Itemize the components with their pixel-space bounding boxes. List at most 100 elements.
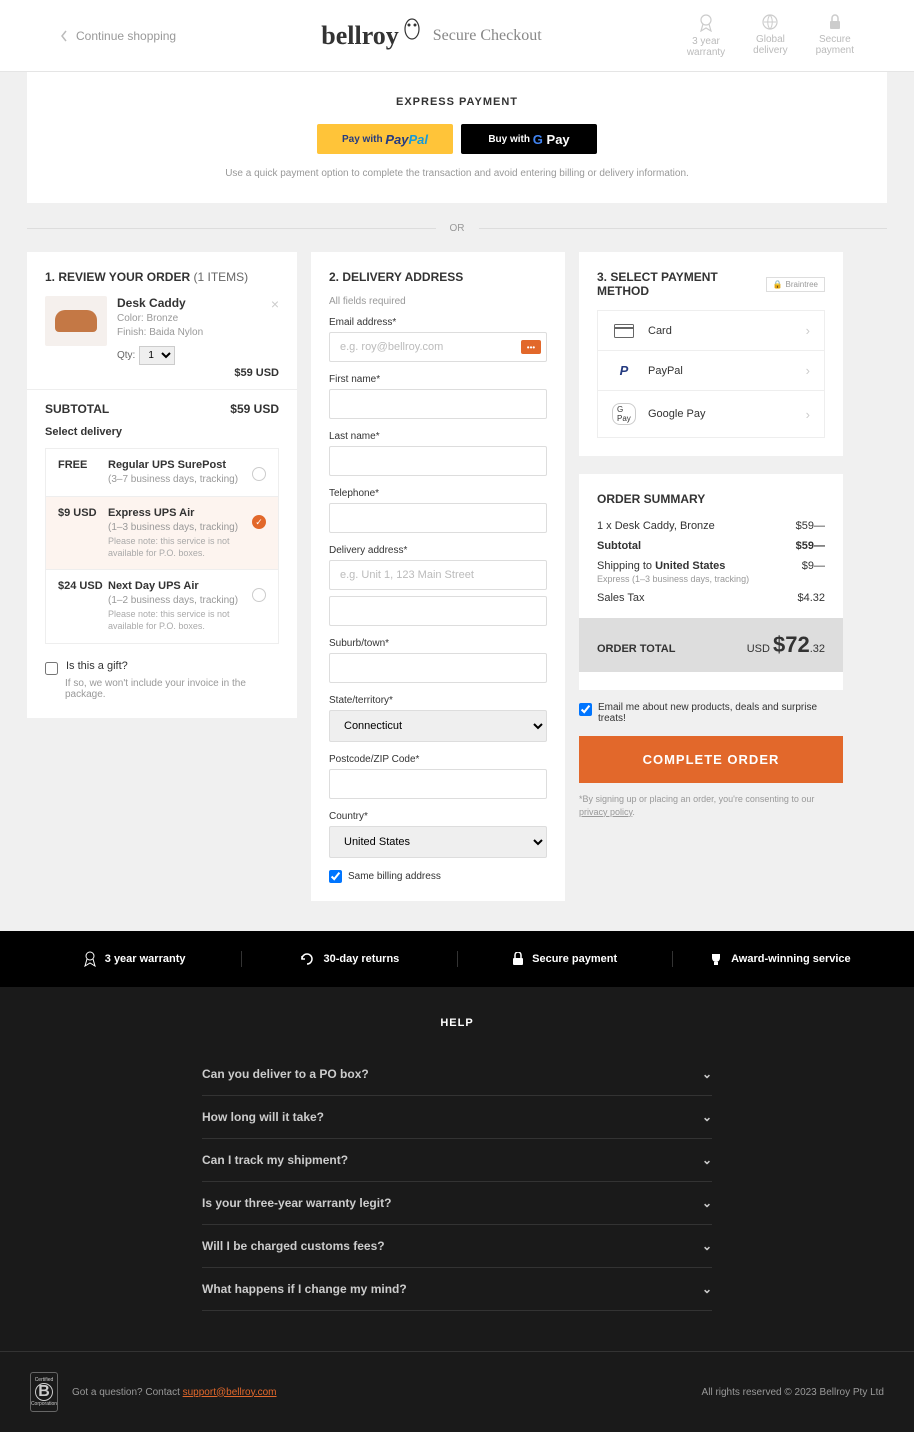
complete-order-button[interactable]: COMPLETE ORDER (579, 736, 843, 783)
pm-paypal[interactable]: P PayPal › (598, 351, 824, 391)
radio-icon (252, 467, 266, 481)
qty-select[interactable]: 1 (139, 346, 175, 365)
zip-input[interactable] (329, 769, 547, 799)
tel-input[interactable] (329, 503, 547, 533)
suburb-label: Suburb/town (329, 638, 547, 649)
ship-option-express[interactable]: $9 USD Express UPS Air(1–3 business days… (46, 497, 278, 570)
continue-shopping-link[interactable]: Continue shopping (60, 29, 176, 43)
paypal-button[interactable]: Pay with PayPal (317, 124, 453, 154)
privacy-link[interactable]: privacy policy (579, 807, 632, 817)
express-payment-panel: EXPRESS PAYMENT Pay with PayPal Buy with… (27, 72, 887, 203)
support-email-link[interactable]: support@bellroy.com (183, 1387, 277, 1398)
chevron-down-icon: ⌄ (702, 1282, 712, 1296)
delivery-label: Select delivery (45, 426, 279, 438)
review-order-panel: 1. REVIEW YOUR ORDER (1 ITEMS) Desk Cadd… (27, 252, 297, 718)
country-label: Country (329, 811, 547, 822)
chevron-down-icon: ⌄ (702, 1239, 712, 1253)
pm-gpay[interactable]: G Pay Google Pay › (598, 391, 824, 437)
chevron-right-icon: › (806, 407, 810, 422)
pm-card[interactable]: Card › (598, 311, 824, 351)
footer-award: Award-winning service (673, 951, 887, 967)
gift-checkbox[interactable] (45, 662, 58, 675)
gift-label: Is this a gift? (66, 660, 128, 672)
product-price: $59 USD (234, 367, 279, 379)
radio-icon (252, 588, 266, 602)
trust-warranty: 3 yearwarranty (687, 14, 725, 58)
sum-tax: Sales Tax$4.32 (597, 592, 825, 604)
trophy-icon (709, 952, 723, 966)
support-text: Got a question? Contact support@bellroy.… (72, 1387, 277, 1398)
gpay-button[interactable]: Buy with G Pay (461, 124, 597, 154)
footer-returns: 30-day returns (242, 951, 457, 967)
ship-option-regular[interactable]: FREE Regular UPS SurePost(3–7 business d… (46, 449, 278, 497)
faq-item[interactable]: Will I be charged customs fees?⌄ (202, 1225, 712, 1268)
email-optin-checkbox[interactable] (579, 703, 592, 716)
product-finish: Finish: Baida Nylon (117, 326, 279, 340)
braintree-badge: 🔒Braintree (766, 277, 825, 292)
lastpass-icon[interactable]: ••• (521, 340, 541, 354)
sum-subtotal: Subtotal$59— (597, 540, 825, 552)
faq-item[interactable]: Can you deliver to a PO box?⌄ (202, 1053, 712, 1096)
or-divider: OR (27, 223, 887, 234)
bcorp-logo: CertifiedBCorporation (30, 1372, 58, 1412)
delivery-title: 2. DELIVERY ADDRESS (329, 270, 547, 284)
summary-title: ORDER SUMMARY (597, 492, 825, 506)
email-optin-label: Email me about new products, deals and s… (598, 702, 843, 724)
lock-icon (512, 952, 524, 966)
chevron-down-icon: ⌄ (702, 1153, 712, 1167)
back-label: Continue shopping (76, 29, 176, 43)
addr1-input[interactable] (329, 560, 547, 590)
state-label: State/territory (329, 695, 547, 706)
country-select[interactable]: United States (329, 826, 547, 858)
sum-line-item: 1 x Desk Caddy, Bronze$59— (597, 520, 825, 532)
faq-item[interactable]: Is your three-year warranty legit?⌄ (202, 1182, 712, 1225)
radio-icon-checked (252, 515, 266, 529)
remove-item-button[interactable]: × (271, 296, 279, 312)
brand-logo: bellroy (321, 21, 423, 51)
ship-option-nextday[interactable]: $24 USD Next Day UPS Air(1–2 business da… (46, 570, 278, 642)
brand: bellroy Secure Checkout (176, 21, 687, 51)
required-note: All fields required (329, 296, 547, 307)
addr-label: Delivery address (329, 545, 547, 556)
help-title: HELP (0, 1017, 914, 1029)
email-input[interactable] (329, 332, 547, 362)
product-row: Desk Caddy Color: Bronze Finish: Baida N… (45, 296, 279, 379)
lock-icon: 🔒 (773, 280, 783, 289)
help-section: HELP Can you deliver to a PO box?⌄ How l… (0, 987, 914, 1351)
addr2-input[interactable] (329, 596, 547, 626)
owl-icon (401, 15, 423, 43)
suburb-input[interactable] (329, 653, 547, 683)
lname-input[interactable] (329, 446, 547, 476)
footer-badges: 3 year warranty 30-day returns Secure pa… (0, 931, 914, 987)
order-summary-panel: ORDER SUMMARY 1 x Desk Caddy, Bronze$59—… (579, 474, 843, 690)
same-billing-row: Same billing address (329, 870, 547, 883)
returns-icon (299, 951, 315, 967)
chevron-down-icon: ⌄ (702, 1196, 712, 1210)
paypal-icon: P (612, 363, 636, 378)
faq-item[interactable]: Can I track my shipment?⌄ (202, 1139, 712, 1182)
brand-tagline: Secure Checkout (433, 27, 542, 45)
product-name: Desk Caddy (117, 296, 279, 310)
state-select[interactable]: Connecticut (329, 710, 547, 742)
faq-item[interactable]: What happens if I change my mind?⌄ (202, 1268, 712, 1311)
footer-secure: Secure payment (458, 951, 673, 967)
express-title: EXPRESS PAYMENT (51, 96, 863, 108)
trust-secure: Securepayment (816, 14, 854, 58)
chevron-down-icon: ⌄ (702, 1110, 712, 1124)
sum-ship-detail: Express (1–3 business days, tracking) (597, 574, 825, 584)
gpay-icon: G Pay (612, 403, 636, 425)
payment-title: 3. SELECT PAYMENT METHOD (597, 270, 766, 298)
payment-summary-column: 3. SELECT PAYMENT METHOD 🔒Braintree Card… (579, 252, 843, 818)
sum-shipping: Shipping to United States$9— (597, 560, 825, 572)
payment-method-panel: 3. SELECT PAYMENT METHOD 🔒Braintree Card… (579, 252, 843, 456)
footer-warranty: 3 year warranty (27, 951, 242, 967)
qty-row: Qty: 1 (117, 346, 279, 365)
same-billing-checkbox[interactable] (329, 870, 342, 883)
fname-input[interactable] (329, 389, 547, 419)
product-color: Color: Bronze (117, 312, 279, 326)
faq-item[interactable]: How long will it take?⌄ (202, 1096, 712, 1139)
trust-delivery: Globaldelivery (753, 14, 787, 58)
ribbon-icon (698, 14, 714, 32)
email-label: Email address (329, 317, 547, 328)
subtotal-row: SUBTOTAL$59 USD (45, 402, 279, 416)
